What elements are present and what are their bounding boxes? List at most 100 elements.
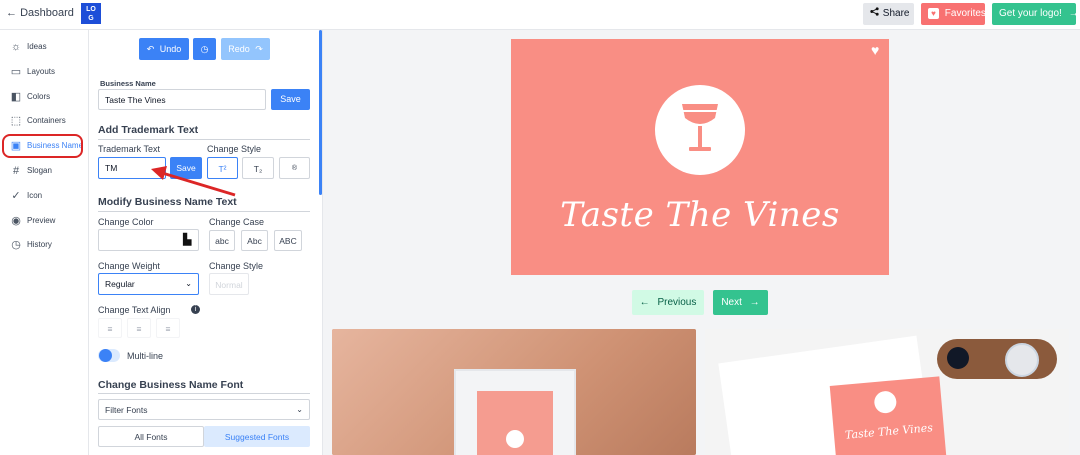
history-button[interactable]: ◷ [193,38,216,60]
text-align-label: Change Text Align [98,305,171,315]
brand-logo[interactable]: LOGO [81,3,101,31]
change-case-label: Change Case [209,217,265,227]
mockup-stationery-image[interactable]: Taste The Vines [705,329,1069,455]
chevron-down-icon: ⌄ [185,279,192,288]
business-name-save-button[interactable]: Save [271,89,310,110]
clock-icon: ◷ [200,44,209,54]
previous-button[interactable]: ← Previous [632,290,704,315]
align-center-button[interactable]: ≡ [127,318,151,338]
hash-icon: # [12,165,20,177]
change-color-label: Change Color [98,217,154,227]
favorite-heart-icon[interactable]: ♥ [871,42,879,58]
filter-fonts-select[interactable]: Filter Fonts ⌄ [98,399,310,420]
history-icon: ◷ [11,239,21,251]
get-logo-label: Get your logo! [999,8,1062,19]
divider [98,393,310,394]
redo-icon: ↷ [255,44,263,54]
sidebar-item-label: Slogan [27,166,52,175]
lightbulb-icon: ☼ [10,41,22,53]
mockup-card-text: Taste The Vines [844,421,934,442]
trademark-text-label: Trademark Text [98,144,161,154]
wine-glass-icon [682,104,718,151]
weight-select-value: Regular [105,279,135,289]
text-style-label: Change Style [209,261,264,271]
heart-icon: ♥ [928,7,939,19]
multiline-toggle[interactable] [98,349,120,362]
arrow-right-icon: → [749,297,760,308]
divider [98,211,310,212]
text-style-select[interactable]: Normal [209,273,249,295]
trademark-heading: Add Trademark Text [98,124,199,136]
sidebar-item-ideas[interactable]: ☼ Ideas [8,37,86,57]
colors-icon: ◧ [10,91,22,103]
divider [98,139,310,140]
check-circle-icon: ✓ [11,190,21,202]
color-picker-input[interactable]: ▙ [98,229,199,251]
tab-suggested-fonts[interactable]: Suggested Fonts [204,426,310,447]
sidebar-item-label: Ideas [27,42,47,51]
mockup-card-circle [873,390,898,415]
chevron-down-icon: ⌄ [296,405,303,414]
redo-button[interactable]: Redo ↷ [221,38,270,60]
align-right-button[interactable]: ≡ [156,318,180,338]
share-label: Share [882,8,910,19]
change-weight-label: Change Weight [98,261,160,271]
tab-all-fonts[interactable]: All Fonts [98,426,204,447]
capitalize-button[interactable]: Abc [241,230,268,251]
filter-fonts-value: Filter Fonts [105,405,148,415]
annotation-arrow [151,166,236,197]
arrow-left-icon: ← [639,297,650,308]
layouts-icon: ▭ [10,66,22,78]
containers-icon: ⬚ [10,115,22,127]
undo-button[interactable]: ↶ Undo [139,38,189,60]
sidebar-item-preview[interactable]: ◉ Preview [8,211,86,231]
top-bar: ← Dashboard LOGO Share ♥ Favorites Get y… [0,0,1080,31]
logo-text: LOGO [86,6,96,31]
sidebar-item-layouts[interactable]: ▭ Layouts [8,62,86,82]
sidebar-item-label: Icon [27,191,43,200]
business-name-input[interactable]: Taste The Vines [98,89,266,110]
color-swatch-icon: ▙ [183,234,192,246]
sidebar-item-containers[interactable]: ⬚ Containers [8,111,86,131]
next-label: Next [721,297,742,308]
sidebar-item-label: Colors [27,92,51,101]
align-left-button[interactable]: ≡ [98,318,122,338]
registered-style-button[interactable]: ® [279,157,310,179]
arrow-left-icon: ← [6,7,17,19]
back-label: Dashboard [20,7,74,19]
mockup-frame-image[interactable] [332,329,696,455]
arrow-right-icon: → [1068,8,1079,19]
mockup-glass [1005,343,1039,377]
sidebar-item-label: History [27,240,52,249]
sidebar-item-colors[interactable]: ◧ Colors [8,87,86,107]
multiline-label: Multi-line [127,351,164,361]
undo-icon: ↶ [146,44,155,54]
lowercase-button[interactable]: abc [209,230,235,251]
framed-logo-circle [506,430,524,448]
font-heading: Change Business Name Font [98,379,244,391]
sidebar-item-label: Containers [27,116,66,125]
align-left-icon: ≡ [107,324,113,334]
get-your-logo-button[interactable]: Get your logo! → [992,3,1079,25]
previous-label: Previous [657,297,697,308]
sidebar-item-label: Preview [27,216,56,225]
redo-label: Redo [228,44,250,54]
trademark-style-label: Change Style [207,144,262,154]
favorites-button[interactable]: ♥ Favorites [921,3,986,25]
back-to-dashboard-link[interactable]: ← Dashboard [6,7,74,19]
info-icon[interactable]: i [191,305,200,314]
next-button[interactable]: Next → [713,290,768,315]
favorites-label: Favorites [944,8,986,19]
sidebar-item-history[interactable]: ◷ History [8,235,86,255]
sidebar-item-label: Layouts [27,67,56,76]
sidebar-item-slogan[interactable]: # Slogan [8,161,86,181]
sidebar-item-icon[interactable]: ✓ Icon [8,186,86,206]
eye-icon: ◉ [11,215,21,227]
subscript-style-button[interactable]: T₂ [242,157,274,179]
share-button[interactable]: Share [863,3,914,25]
mockup-card: Taste The Vines [829,376,947,455]
business-name-label: Business Name [100,79,156,88]
logo-brand-text: Taste The Vines [560,195,840,235]
weight-select[interactable]: Regular ⌄ [98,273,199,295]
uppercase-button[interactable]: ABC [274,230,302,251]
